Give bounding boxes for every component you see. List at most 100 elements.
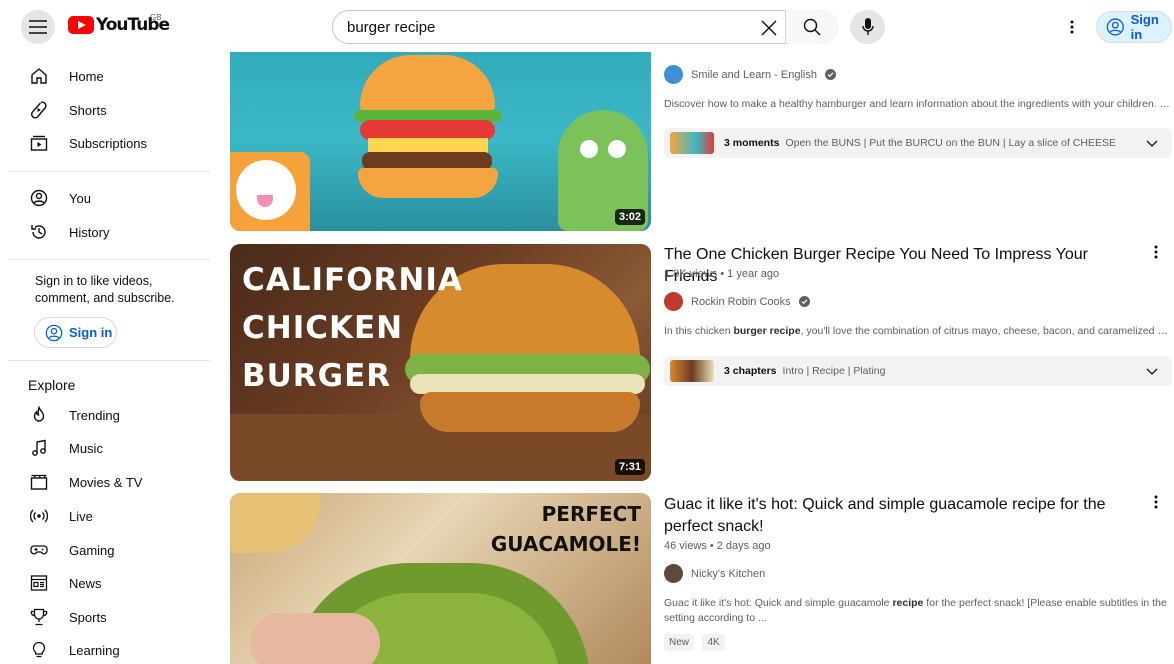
chevron-down-icon[interactable] bbox=[1146, 365, 1158, 377]
sidebar-item-history[interactable]: History bbox=[20, 215, 210, 249]
masthead: YouTube GB burger recipe Sign in bbox=[0, 0, 1174, 52]
sidebar-item-label: Trending bbox=[69, 407, 120, 423]
channel-link[interactable]: Smile and Learn - English bbox=[664, 65, 836, 84]
sidebar-item-movies-tv[interactable]: Movies & TV bbox=[20, 465, 210, 499]
search-button[interactable] bbox=[785, 10, 838, 44]
channel-avatar bbox=[664, 292, 683, 311]
live-icon bbox=[29, 506, 49, 526]
video-thumbnail[interactable]: PERFECT GUACAMOLE! bbox=[230, 493, 651, 664]
sidebar-item-news[interactable]: News bbox=[20, 566, 210, 600]
sidebar-item-trending[interactable]: Trending bbox=[20, 398, 210, 432]
sidebar-divider bbox=[8, 360, 210, 361]
explore-heading: Explore bbox=[28, 377, 76, 393]
sidebar-item-label: Learning bbox=[69, 642, 120, 658]
video-thumbnail[interactable]: CALIFORNIA CHICKEN BURGER 7:31 bbox=[230, 244, 651, 481]
sidebar-item-label: Movies & TV bbox=[69, 474, 143, 490]
sports-icon bbox=[29, 607, 49, 627]
subscriptions-icon bbox=[29, 133, 49, 153]
video-meta: 46 views • 2 days ago bbox=[664, 540, 771, 552]
description-text: , you'll love the combination of citrus … bbox=[800, 325, 1172, 337]
moments-count: 3 moments bbox=[724, 137, 780, 149]
more-actions-icon[interactable] bbox=[1148, 242, 1164, 262]
thumbnail-text: CALIFORNIA bbox=[242, 262, 463, 298]
sidebar-item-label: News bbox=[69, 575, 102, 591]
sign-in-button[interactable]: Sign in bbox=[1096, 11, 1172, 43]
chevron-down-icon[interactable] bbox=[1146, 137, 1158, 149]
search-box: burger recipe bbox=[332, 10, 838, 44]
channel-link[interactable]: Nicky's Kitchen bbox=[664, 564, 765, 583]
moments-thumbnails bbox=[670, 132, 714, 154]
key-moments-panel[interactable]: 3 moments Open the BUNS | Put the BURCU … bbox=[664, 128, 1172, 158]
sidebar-item-label: Sports bbox=[69, 609, 107, 625]
sidebar-item-label: Live bbox=[69, 508, 93, 524]
video-title[interactable]: Guac it like it's hot: Quick and simple … bbox=[664, 494, 1144, 538]
sidebar-item-learning[interactable]: Learning bbox=[20, 633, 210, 664]
thumbnail-text: CHICKEN bbox=[242, 310, 404, 346]
sidebar-item-sports[interactable]: Sports bbox=[20, 600, 210, 634]
voice-search-button[interactable] bbox=[850, 10, 885, 44]
description-highlight: recipe bbox=[892, 597, 924, 609]
more-actions-icon[interactable] bbox=[1148, 492, 1164, 512]
verified-icon bbox=[824, 69, 836, 80]
sidebar-divider bbox=[8, 171, 210, 172]
chapters-thumbnails bbox=[670, 360, 714, 382]
sidebar-item-home[interactable]: Home bbox=[20, 59, 210, 93]
4k-badge: 4K bbox=[702, 634, 725, 651]
verified-icon bbox=[798, 296, 810, 307]
sign-in-label: Sign in bbox=[69, 325, 113, 340]
chapters-panel[interactable]: 3 chapters Intro | Recipe | Plating bbox=[664, 356, 1172, 386]
sidebar: Home Shorts Subscriptions You History Si… bbox=[0, 52, 222, 664]
sidebar-item-gaming[interactable]: Gaming bbox=[20, 533, 210, 567]
sidebar-item-live[interactable]: Live bbox=[20, 499, 210, 533]
search-input[interactable]: burger recipe bbox=[347, 19, 435, 36]
thumbnail-text: BURGER bbox=[242, 358, 392, 394]
new-badge: New bbox=[664, 634, 695, 651]
video-badges: New 4K bbox=[664, 632, 729, 651]
sidebar-item-subscriptions[interactable]: Subscriptions bbox=[20, 126, 210, 160]
movies-icon bbox=[29, 472, 49, 492]
sidebar-sign-in-button[interactable]: Sign in bbox=[34, 317, 117, 348]
thumbnail-text: GUACAMOLE! bbox=[490, 532, 641, 556]
channel-name: Smile and Learn - English bbox=[691, 68, 817, 81]
moments-list: Open the BUNS | Put the BURCU on the BUN… bbox=[785, 137, 1116, 149]
you-icon bbox=[29, 188, 49, 208]
account-icon bbox=[45, 324, 63, 341]
video-description: Discover how to make a healthy hamburger… bbox=[664, 98, 1172, 110]
video-description: In this chicken burger recipe, you'll lo… bbox=[664, 324, 1172, 339]
video-title[interactable]: The One Chicken Burger Recipe You Need T… bbox=[664, 244, 1144, 288]
settings-menu-icon[interactable] bbox=[1062, 14, 1082, 40]
sidebar-item-shorts[interactable]: Shorts bbox=[20, 93, 210, 127]
sidebar-item-music[interactable]: Music bbox=[20, 431, 210, 465]
chapters-list: Intro | Recipe | Plating bbox=[782, 365, 886, 377]
sidebar-item-label: Subscriptions bbox=[69, 135, 148, 151]
sidebar-item-label: History bbox=[69, 224, 110, 240]
history-icon bbox=[29, 222, 49, 242]
menu-icon[interactable] bbox=[21, 10, 55, 44]
country-code: GB bbox=[150, 13, 162, 22]
sidebar-divider bbox=[8, 259, 210, 260]
description-text: Guac it like it's hot: Quick and simple … bbox=[664, 597, 893, 609]
sidebar-item-label: Gaming bbox=[69, 542, 115, 558]
search-icon bbox=[803, 18, 821, 36]
sign-in-note: Sign in to like videos, comment, and sub… bbox=[35, 274, 175, 305]
channel-link[interactable]: Rockin Robin Cooks bbox=[664, 292, 810, 311]
trending-icon bbox=[29, 405, 49, 425]
shorts-icon bbox=[29, 100, 49, 120]
learning-icon bbox=[29, 640, 49, 660]
sidebar-item-you[interactable]: You bbox=[20, 181, 210, 215]
sidebar-item-label: Music bbox=[69, 440, 103, 456]
channel-name: Nicky's Kitchen bbox=[691, 567, 766, 580]
sidebar-item-label: Shorts bbox=[69, 102, 107, 118]
account-icon bbox=[1106, 18, 1124, 36]
gaming-icon bbox=[29, 540, 49, 560]
microphone-icon bbox=[861, 18, 874, 35]
description-text: In this chicken bbox=[664, 325, 734, 337]
chapters-count: 3 chapters bbox=[724, 365, 777, 377]
sidebar-item-label: You bbox=[69, 190, 91, 206]
clear-search-icon[interactable] bbox=[753, 15, 785, 41]
channel-avatar bbox=[664, 65, 683, 84]
video-description: Guac it like it's hot: Quick and simple … bbox=[664, 596, 1172, 626]
sidebar-item-label: Home bbox=[69, 68, 104, 84]
channel-name: Rockin Robin Cooks bbox=[691, 295, 791, 308]
video-meta: 1.8K views • 1 year ago bbox=[664, 268, 780, 280]
